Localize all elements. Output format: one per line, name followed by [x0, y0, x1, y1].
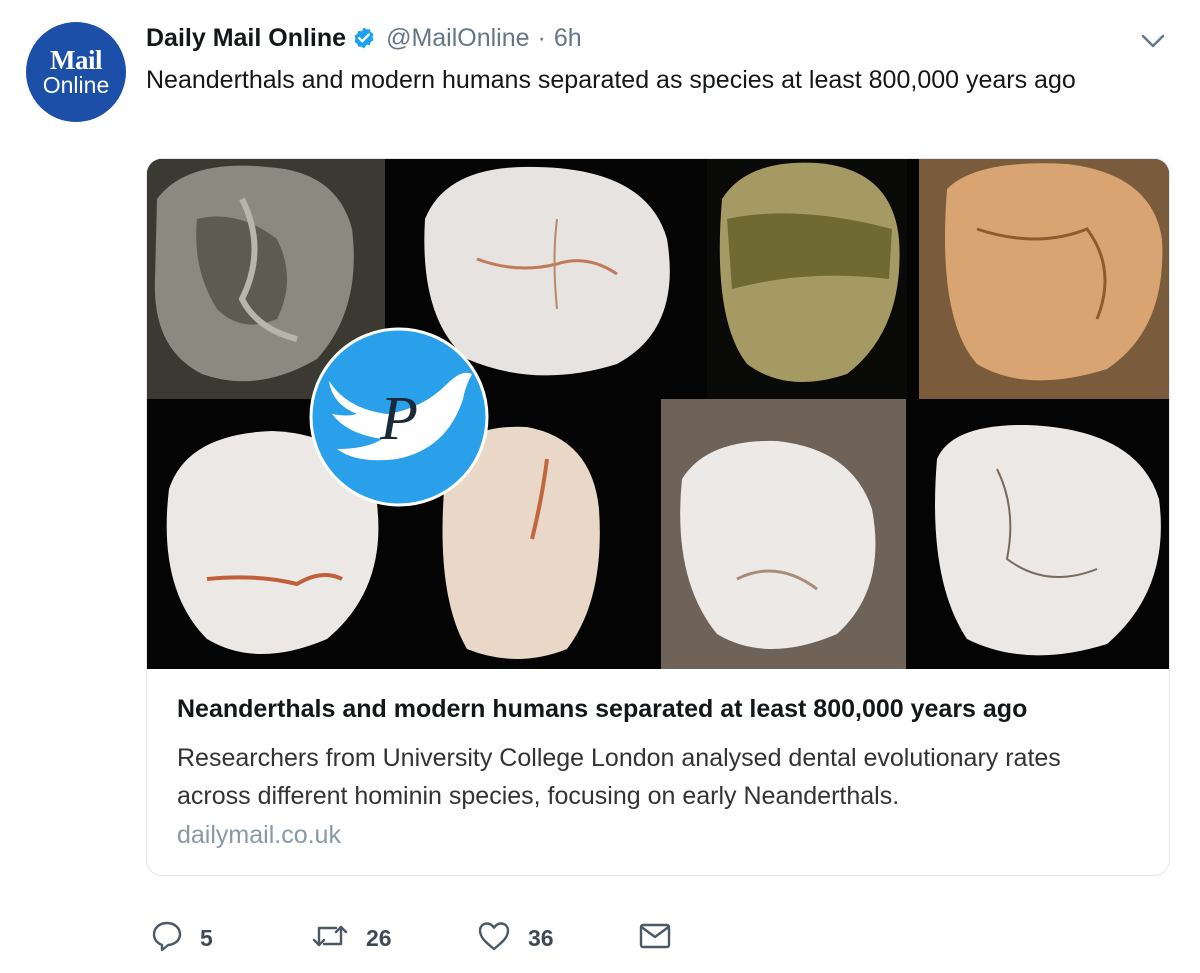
retweet-count: 26: [366, 924, 392, 951]
avatar[interactable]: Mail Online: [26, 22, 126, 122]
tweet-timestamp[interactable]: 6h: [554, 24, 582, 53]
reply-icon: [150, 919, 184, 958]
retweet-icon: [310, 919, 350, 958]
like-button[interactable]: 36: [476, 918, 554, 958]
avatar-logo-line2: Online: [42, 72, 110, 98]
watermark-letter: P: [379, 385, 418, 453]
tweet-actions: 5 26 36: [150, 918, 710, 958]
chevron-down-icon[interactable]: [1138, 28, 1168, 54]
direct-message-button[interactable]: [638, 918, 672, 958]
verified-badge-icon: [352, 26, 376, 50]
card-description: Researchers from University College Lond…: [177, 744, 1061, 810]
header-separator: ·: [537, 23, 546, 52]
author-handle[interactable]: @MailOnline: [386, 24, 529, 53]
retweet-button[interactable]: 26: [310, 918, 392, 958]
link-card[interactable]: P Neanderthals and modern humans separat…: [146, 158, 1170, 876]
reply-button[interactable]: 5: [150, 918, 213, 958]
like-count: 36: [528, 924, 554, 951]
card-title[interactable]: Neanderthals and modern humans separated…: [177, 695, 1027, 724]
reply-count: 5: [200, 924, 213, 951]
watermark-logo: P: [309, 327, 489, 507]
tweet[interactable]: Mail Online Daily Mail Online @MailOnlin…: [0, 0, 1200, 973]
envelope-icon: [638, 921, 672, 956]
avatar-logo-line1: Mail: [50, 45, 103, 75]
author-name[interactable]: Daily Mail Online: [146, 24, 346, 53]
card-domain[interactable]: dailymail.co.uk: [177, 821, 341, 850]
tweet-header: Daily Mail Online @MailOnline · 6h: [146, 20, 582, 56]
tweet-text: Neanderthals and modern humans separated…: [146, 66, 1076, 94]
card-image[interactable]: P: [147, 159, 1169, 669]
heart-icon: [476, 919, 512, 958]
